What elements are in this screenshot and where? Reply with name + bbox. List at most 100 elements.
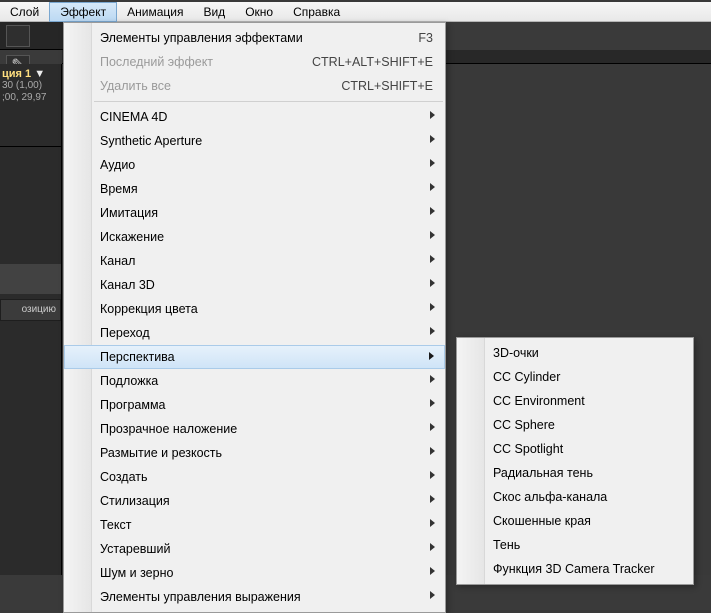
perspective-submenu: 3D-очки CC Cylinder CC Environment CC Spher… [456, 337, 694, 585]
chevron-right-icon [430, 183, 435, 191]
menu-item-label: Коррекция цвета [100, 302, 198, 316]
menu-item-label: Время [100, 182, 138, 196]
menuitem-remove-all[interactable]: Удалить всеCTRL+SHIFT+E [64, 74, 445, 98]
menuitem-group-14[interactable]: Размытие и резкость [64, 441, 445, 465]
menuitem-вид[interactable]: Вид [193, 3, 235, 21]
menuitem-group-18[interactable]: Устаревший [64, 537, 445, 561]
menu-shortcut: CTRL+ALT+SHIFT+E [312, 53, 433, 71]
menuitem-слой[interactable]: Слой [0, 3, 49, 21]
menu-item-label: Канал 3D [100, 278, 155, 292]
chevron-right-icon [430, 231, 435, 239]
menu-item-label: Канал [100, 254, 135, 268]
menu-item-label: CINEMA 4D [100, 110, 167, 124]
chevron-right-icon [430, 303, 435, 311]
comp-info-line2: ;00, 29,97 [0, 92, 61, 104]
submenu-item-6[interactable]: Скос альфа-канала [457, 485, 693, 509]
chevron-right-icon [430, 423, 435, 431]
menu-item-label: Устаревший [100, 542, 170, 556]
submenu-item-7[interactable]: Скошенные края [457, 509, 693, 533]
panel-separator [0, 146, 61, 147]
menuitem-group-8[interactable]: Коррекция цвета [64, 297, 445, 321]
chevron-right-icon [430, 159, 435, 167]
menu-item-label: Создать [100, 470, 148, 484]
menu-item-label: Текст [100, 518, 131, 532]
menuitem-group-7[interactable]: Канал 3D [64, 273, 445, 297]
menu-item-label: Элементы управления выражения [100, 590, 301, 604]
menuitem-group-1[interactable]: Synthetic Aperture [64, 129, 445, 153]
menuitem-group-9[interactable]: Переход [64, 321, 445, 345]
chevron-right-icon [430, 279, 435, 287]
chevron-right-icon [430, 135, 435, 143]
effect-menu: Элементы управления эффектамиF3Последний… [63, 22, 446, 613]
menuitem-окно[interactable]: Окно [235, 3, 283, 21]
chevron-right-icon [430, 543, 435, 551]
chevron-right-icon [430, 567, 435, 575]
submenu-item-label: Скос альфа-канала [493, 490, 607, 504]
menuitem-group-13[interactable]: Прозрачное наложение [64, 417, 445, 441]
chevron-down-icon: ▼ [34, 68, 45, 80]
menuitem-group-15[interactable]: Создать [64, 465, 445, 489]
submenu-item-label: CC Sphere [493, 418, 555, 432]
submenu-item-9[interactable]: Функция 3D Camera Tracker [457, 557, 693, 581]
submenu-item-0[interactable]: 3D-очки [457, 341, 693, 365]
menuitem-эффект[interactable]: Эффект [49, 2, 117, 22]
menuitem-group-0[interactable]: CINEMA 4D [64, 105, 445, 129]
submenu-item-8[interactable]: Тень [457, 533, 693, 557]
menu-item-label: Перспектива [100, 350, 175, 364]
menuitem-group-16[interactable]: Стилизация [64, 489, 445, 513]
menu-separator [94, 101, 443, 102]
menu-item-label: Элементы управления эффектами [100, 31, 303, 45]
menuitem-group-4[interactable]: Имитация [64, 201, 445, 225]
project-panel: ция 1 ▼ 30 (1,00) ;00, 29,97 озицию [0, 64, 62, 575]
chevron-right-icon [430, 591, 435, 599]
menuitem-last-effect[interactable]: Последний эффект CTRL+ALT+SHIFT+E [64, 50, 445, 74]
tool-button[interactable] [6, 25, 30, 47]
chevron-right-icon [430, 255, 435, 263]
menuitem-group-12[interactable]: Программа [64, 393, 445, 417]
comp-name: ция 1 [2, 68, 31, 80]
panel-gray-strip [0, 264, 61, 294]
submenu-item-label: Тень [493, 538, 520, 552]
chevron-right-icon [430, 495, 435, 503]
menu-item-label: Прозрачное наложение [100, 422, 237, 436]
menuitem-справка[interactable]: Справка [283, 3, 350, 21]
submenu-item-label: CC Environment [493, 394, 585, 408]
menuitem-group-17[interactable]: Текст [64, 513, 445, 537]
submenu-item-label: CC Cylinder [493, 370, 560, 384]
menuitem-group-19[interactable]: Шум и зерно [64, 561, 445, 585]
submenu-item-label: 3D-очки [493, 346, 539, 360]
submenu-item-label: Функция 3D Camera Tracker [493, 562, 655, 576]
menuitem-group-20[interactable]: Элементы управления выражения [64, 585, 445, 609]
chevron-right-icon [430, 399, 435, 407]
submenu-item-1[interactable]: CC Cylinder [457, 365, 693, 389]
menuitem-group-10[interactable]: Перспектива [64, 345, 445, 369]
menu-shortcut: CTRL+SHIFT+E [341, 77, 433, 95]
menuitem-group-11[interactable]: Подложка [64, 369, 445, 393]
menu-item-label: Шум и зерно [100, 566, 173, 580]
submenu-item-2[interactable]: CC Environment [457, 389, 693, 413]
menuitem-group-2[interactable]: Аудио [64, 153, 445, 177]
menuitem-анимация[interactable]: Анимация [117, 3, 193, 21]
menubar: СлойЭффектАнимацияВидОкноСправка [0, 2, 711, 22]
panel-button[interactable]: озицию [0, 299, 61, 321]
chevron-right-icon [430, 471, 435, 479]
chevron-right-icon [430, 111, 435, 119]
menuitem-group-5[interactable]: Искажение [64, 225, 445, 249]
submenu-item-5[interactable]: Радиальная тень [457, 461, 693, 485]
submenu-item-3[interactable]: CC Sphere [457, 413, 693, 437]
menu-item-label: Программа [100, 398, 166, 412]
menuitem-effect-controls[interactable]: Элементы управления эффектамиF3 [64, 26, 445, 50]
menu-item-label: Переход [100, 326, 150, 340]
menu-item-label: Аудио [100, 158, 135, 172]
submenu-item-4[interactable]: CC Spotlight [457, 437, 693, 461]
menu-item-label: Последний эффект [100, 55, 213, 69]
comp-title[interactable]: ция 1 ▼ [0, 64, 61, 80]
chevron-right-icon [430, 519, 435, 527]
menuitem-group-3[interactable]: Время [64, 177, 445, 201]
menuitem-group-6[interactable]: Канал [64, 249, 445, 273]
menu-item-label: Имитация [100, 206, 158, 220]
chevron-right-icon [429, 352, 434, 360]
chevron-right-icon [430, 207, 435, 215]
submenu-item-label: Радиальная тень [493, 466, 593, 480]
chevron-right-icon [430, 375, 435, 383]
